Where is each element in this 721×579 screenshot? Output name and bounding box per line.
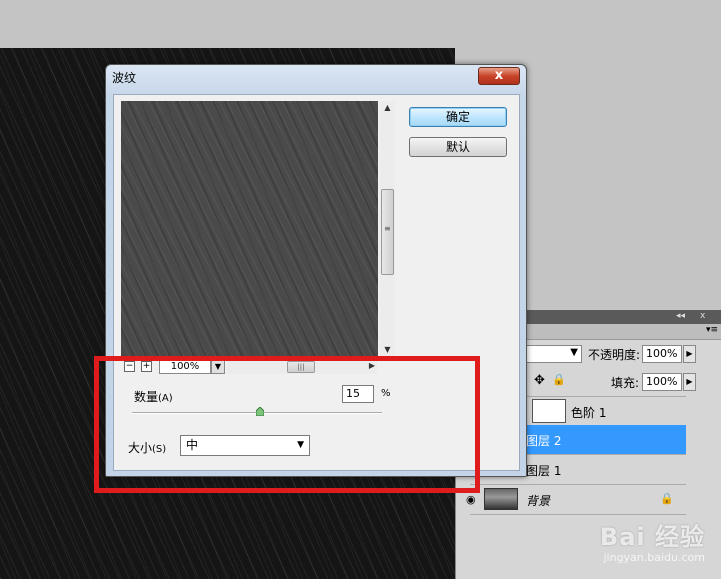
- lock-row: ✥ 🔒 填充: 100% ▶: [526, 370, 721, 394]
- preview-vertical-scrollbar[interactable]: ▲ ≡ ▼: [380, 101, 395, 357]
- ripple-dialog: 波纹 x ▲ ≡ ▼ − + 100% ▼ ||| ▶ 确定 默认 数量(A) …: [105, 64, 527, 477]
- chevron-down-icon: ▼: [297, 440, 304, 450]
- collapse-icon[interactable]: ◂◂: [676, 311, 685, 322]
- default-button[interactable]: 默认: [409, 137, 507, 157]
- layer-thumbnail: [532, 399, 566, 423]
- scroll-right-icon[interactable]: ▶: [369, 361, 375, 370]
- amount-input[interactable]: 15: [342, 385, 374, 403]
- chevron-down-icon: ▼: [570, 347, 578, 358]
- close-button[interactable]: x: [478, 67, 520, 85]
- fill-label: 填充:: [611, 376, 640, 390]
- zoom-out-button[interactable]: −: [124, 361, 135, 372]
- grip-icon: ≡: [384, 224, 391, 233]
- scroll-up-icon[interactable]: ▲: [380, 101, 395, 115]
- zoom-in-button[interactable]: +: [141, 361, 152, 372]
- zoom-dropdown-icon[interactable]: ▼: [211, 360, 225, 374]
- layer-name: 色阶 1: [571, 406, 607, 420]
- size-select[interactable]: 中 ▼: [180, 435, 310, 456]
- panel-menu-icon[interactable]: ▾≡: [706, 325, 718, 335]
- layer-thumbnail: [484, 488, 518, 510]
- scroll-down-icon[interactable]: ▼: [380, 343, 395, 357]
- baidu-watermark: Bai 经验 jingyan.baidu.com: [531, 515, 711, 571]
- fill-input[interactable]: 100%: [642, 373, 682, 391]
- opacity-input[interactable]: 100%: [642, 345, 682, 363]
- dialog-body: ▲ ≡ ▼ − + 100% ▼ ||| ▶ 确定 默认 数量(A) 15 % …: [113, 94, 520, 471]
- opacity-slider-arrow-icon[interactable]: ▶: [683, 345, 696, 363]
- scrollbar-thumb[interactable]: |||: [287, 361, 315, 373]
- visibility-eye-icon[interactable]: ◉: [466, 493, 476, 506]
- ok-button[interactable]: 确定: [409, 107, 507, 127]
- zoom-level: 100%: [159, 360, 211, 374]
- scrollbar-thumb[interactable]: ≡: [381, 189, 394, 275]
- layer-name: 图层 1: [526, 464, 562, 478]
- blend-mode-select[interactable]: ▼: [526, 345, 582, 363]
- watermark-url: jingyan.baidu.com: [603, 551, 705, 564]
- layer-row-background[interactable]: ◉ 背景 🔒: [466, 485, 686, 515]
- amount-label: 数量(A): [134, 390, 173, 404]
- filter-preview[interactable]: [121, 101, 378, 357]
- blend-row: ▼ 不透明度: 100% ▶: [526, 342, 721, 366]
- panel-tabbar: ▾≡: [526, 324, 721, 340]
- panel-titlebar: ◂◂ x: [526, 310, 721, 324]
- lock-icon: 🔒: [660, 492, 674, 505]
- opacity-label: 不透明度:: [588, 348, 641, 362]
- panel-close-icon[interactable]: x: [700, 311, 705, 322]
- fill-slider-arrow-icon[interactable]: ▶: [683, 373, 696, 391]
- layer-name: 背景: [526, 494, 551, 508]
- amount-slider-handle[interactable]: [255, 407, 264, 416]
- zoom-bar: − + 100% ▼ ||| ▶: [121, 359, 378, 376]
- move-lock-icon[interactable]: ✥: [534, 373, 545, 388]
- baidu-logo: Bai 经验: [599, 523, 705, 551]
- dialog-title: 波纹: [112, 71, 137, 85]
- lock-icon[interactable]: 🔒: [552, 373, 566, 386]
- size-label: 大小(S): [128, 441, 167, 455]
- preview-horizontal-scrollbar[interactable]: ||| ▶: [227, 360, 377, 374]
- amount-unit: %: [381, 388, 391, 399]
- layer-name: 图层 2: [526, 434, 562, 448]
